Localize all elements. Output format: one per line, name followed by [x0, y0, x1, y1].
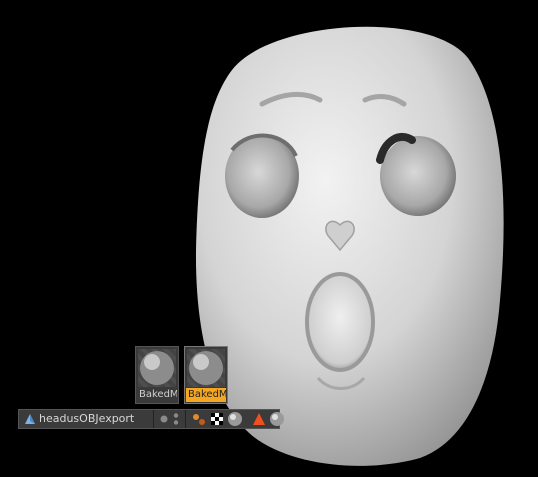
material-name-label: BakedM [186, 388, 226, 402]
column-divider [153, 410, 154, 428]
object-manager-row[interactable]: headusOBJexport [18, 409, 284, 429]
material-tag-icon[interactable] [227, 410, 243, 428]
polygon-object-icon [23, 410, 37, 428]
material-sphere-preview [138, 349, 176, 387]
uvw-tag-icon[interactable] [209, 410, 225, 428]
column-divider [185, 410, 186, 428]
right-eye [380, 136, 456, 216]
layer-dot-icon[interactable] [159, 410, 169, 428]
3d-viewport[interactable] [0, 0, 538, 477]
head-model [195, 26, 504, 466]
material-tag-icon[interactable] [269, 410, 285, 428]
warning-tag-icon[interactable] [251, 410, 267, 428]
material-swatch-bakedm-selected[interactable]: BakedM [184, 346, 228, 404]
material-swatch-bakedm[interactable]: BakedM [135, 346, 179, 404]
mouth [305, 272, 375, 372]
material-sphere-preview [187, 349, 225, 387]
phong-tag-icon[interactable] [191, 410, 207, 428]
object-name[interactable]: headusOBJexport [39, 410, 151, 428]
visibility-dots-icon[interactable] [171, 410, 181, 428]
head-shape [195, 26, 504, 466]
material-name-label: BakedM [139, 389, 177, 400]
